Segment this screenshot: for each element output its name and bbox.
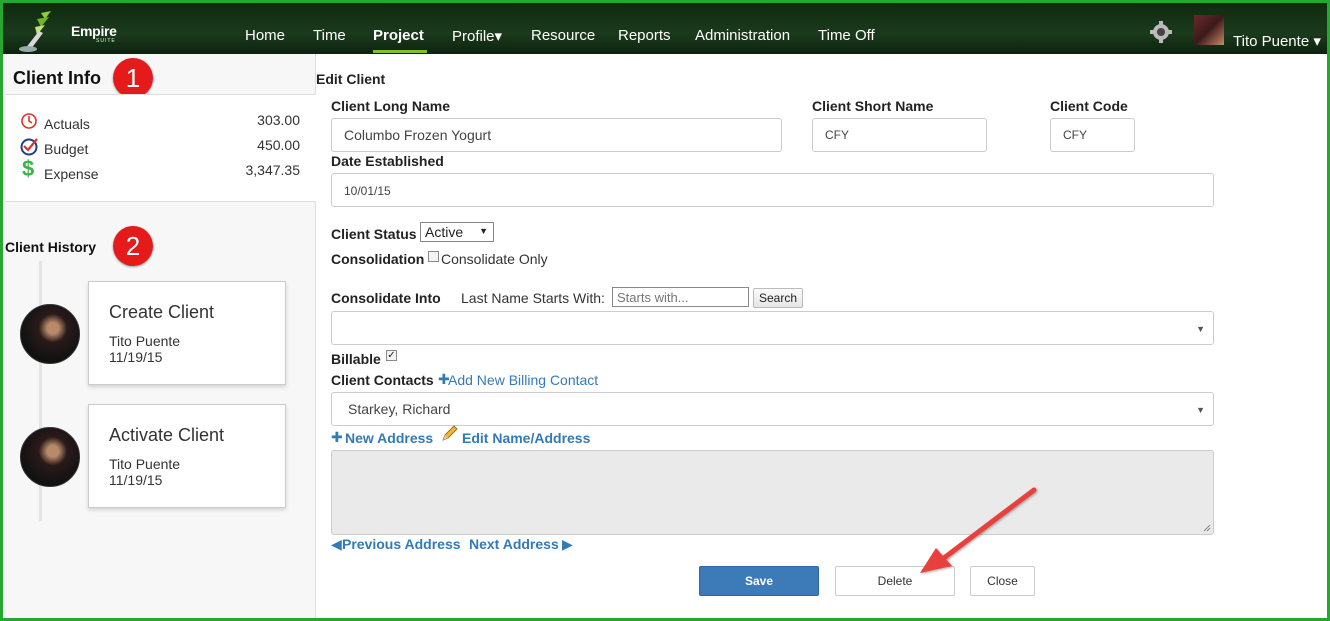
client-contacts-label: Client Contacts — [331, 372, 434, 388]
last-name-starts-label: Last Name Starts With: — [461, 290, 605, 306]
settings-gear-icon[interactable] — [1150, 21, 1172, 43]
short-name-label: Client Short Name — [812, 98, 934, 114]
close-button[interactable]: Close — [970, 566, 1035, 596]
new-address-link[interactable]: New Address — [345, 430, 433, 446]
user-menu[interactable]: Tito Puente ▾ — [1233, 32, 1321, 50]
long-name-label: Client Long Name — [331, 98, 451, 114]
event-date: 11/19/15 — [109, 349, 163, 365]
nav-time-off[interactable]: Time Off — [818, 27, 875, 44]
billable-label: Billable — [331, 351, 381, 367]
event-avatar — [20, 427, 80, 487]
edit-client-form: Edit Client Client Long Name Columbo Fro… — [316, 54, 1327, 618]
search-button[interactable]: Search — [753, 288, 804, 308]
new-address-plus-icon[interactable]: ✚ — [331, 429, 343, 446]
nav-reports[interactable]: Reports — [618, 27, 671, 44]
nav-time[interactable]: Time — [313, 27, 346, 44]
chevron-down-icon: ▼ — [1196, 405, 1205, 415]
consolidate-into-label: Consolidate Into — [331, 290, 441, 306]
history-event-card: Activate Client Tito Puente 11/19/15 — [88, 404, 286, 508]
consolidation-label: Consolidation — [331, 251, 425, 267]
pencil-icon[interactable] — [440, 425, 458, 443]
user-avatar[interactable] — [1194, 15, 1224, 45]
info-value: 450.00 — [257, 137, 300, 153]
event-date: 11/19/15 — [109, 472, 163, 488]
info-value: 303.00 — [257, 112, 300, 128]
nav-profile[interactable]: Profile▾ — [452, 27, 502, 45]
last-name-search-input[interactable] — [612, 287, 749, 307]
consolidate-only-checkbox[interactable] — [428, 251, 439, 262]
save-button[interactable]: Save — [699, 566, 819, 596]
form-heading: Edit Client — [316, 71, 386, 87]
chevron-down-icon: ▼ — [479, 226, 488, 236]
long-name-input[interactable]: Columbo Frozen Yogurt — [331, 118, 782, 152]
info-row-budget: Budget 450.00 — [20, 137, 300, 159]
nav-project[interactable]: Project — [373, 27, 424, 44]
previous-arrow-icon[interactable]: ◀ — [331, 536, 342, 553]
short-name-input[interactable]: CFY — [812, 118, 987, 152]
event-avatar — [20, 304, 80, 364]
next-address-link[interactable]: Next Address — [469, 536, 559, 552]
dollar-icon: $ — [22, 156, 35, 181]
delete-button[interactable]: Delete — [835, 566, 955, 596]
client-sidebar: Client Info 1 Actuals 303.00 Budget 450.… — [3, 54, 316, 618]
resize-handle-icon[interactable] — [1203, 524, 1211, 532]
next-arrow-icon[interactable]: ▶ — [562, 536, 573, 553]
nav-administration[interactable]: Administration — [695, 27, 790, 44]
step-badge-1: 1 — [113, 58, 153, 98]
event-title: Activate Client — [109, 425, 225, 445]
previous-address-link[interactable]: Previous Address — [342, 536, 461, 552]
clock-icon — [21, 113, 37, 129]
client-contact-select[interactable]: Starkey, Richard ▼ — [331, 392, 1214, 426]
info-label: Budget — [44, 141, 89, 157]
active-nav-indicator — [373, 50, 427, 53]
step-badge-2: 2 — [113, 226, 153, 266]
empire-suite-logo[interactable]: Empire SUITE — [11, 9, 121, 53]
info-label: Actuals — [44, 116, 90, 132]
event-user: Tito Puente — [109, 456, 181, 472]
client-info-title: Client Info — [13, 68, 101, 88]
edit-name-address-link[interactable]: Edit Name/Address — [462, 430, 590, 446]
chevron-down-icon: ▼ — [1196, 324, 1205, 334]
client-info-panel: Actuals 303.00 Budget 450.00 $ Expense 3… — [6, 94, 316, 202]
client-history-title: Client History — [5, 239, 97, 255]
history-event-card: Create Client Tito Puente 11/19/15 — [88, 281, 286, 385]
logo-subtext: SUITE — [96, 38, 116, 44]
nav-home[interactable]: Home — [245, 27, 285, 44]
info-label: Expense — [44, 166, 99, 182]
client-code-input[interactable]: CFY — [1050, 118, 1135, 152]
client-code-label: Client Code — [1050, 98, 1128, 114]
client-status-label: Client Status — [331, 226, 417, 242]
info-value: 3,347.35 — [245, 162, 301, 178]
date-established-input[interactable]: 10/01/15 — [331, 173, 1214, 207]
event-user: Tito Puente — [109, 333, 181, 349]
info-row-expense: $ Expense 3,347.35 — [20, 156, 301, 184]
consolidate-into-select[interactable]: ▼ — [331, 311, 1214, 345]
logo-leaf-icon — [19, 11, 51, 52]
event-title: Create Client — [109, 302, 215, 322]
address-textarea[interactable] — [331, 450, 1214, 535]
nav-resource[interactable]: Resource — [531, 27, 595, 44]
consolidate-only-label: Consolidate Only — [441, 251, 548, 267]
client-contact-value: Starkey, Richard — [348, 401, 451, 417]
info-row-actuals: Actuals 303.00 — [20, 112, 300, 134]
top-navbar: Empire SUITE Home Time Project Profile▾ … — [3, 3, 1327, 54]
client-status-value: Active — [425, 224, 464, 240]
date-established-label: Date Established — [331, 153, 444, 169]
billable-checkbox[interactable]: ✓ — [386, 350, 397, 361]
client-status-select[interactable]: Active ▼ — [420, 222, 494, 242]
check-circle-icon — [20, 138, 38, 156]
logo-text: Empire — [71, 23, 117, 39]
add-billing-contact-link[interactable]: Add New Billing Contact — [448, 372, 598, 388]
